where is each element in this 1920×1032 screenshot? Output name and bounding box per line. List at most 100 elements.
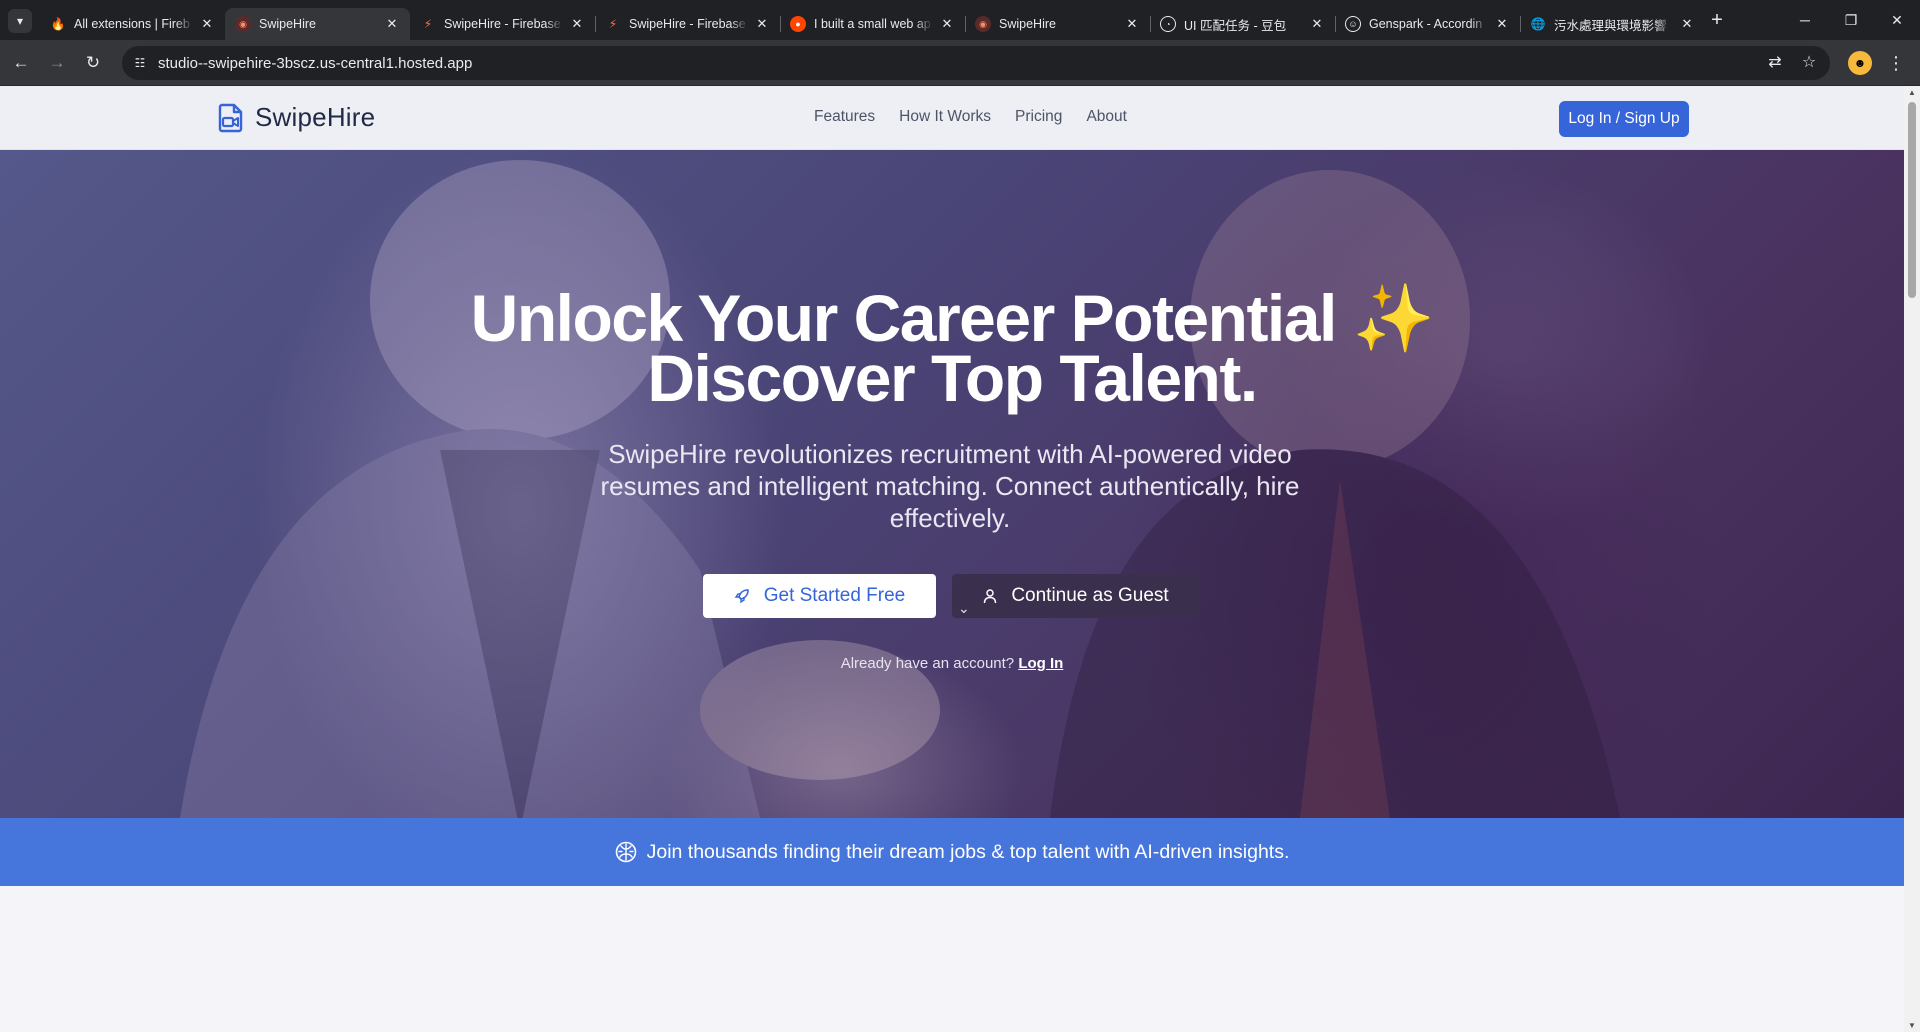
firebase-icon: ⚡: [423, 17, 433, 31]
arrow-left-icon: ←: [12, 53, 30, 72]
doubao-icon: ◔: [1160, 16, 1176, 32]
close-icon[interactable]: ✕: [1124, 16, 1140, 32]
arrow-right-icon: →: [48, 53, 66, 72]
brand-name: SwipeHire: [255, 102, 376, 132]
browser-tab[interactable]: 🌐 污水處理與環境影響 ✕: [1520, 8, 1705, 40]
avatar-icon: ☻: [1853, 56, 1867, 70]
back-button[interactable]: ←: [8, 50, 34, 76]
brand-logo[interactable]: SwipeHire: [217, 102, 375, 133]
url-text[interactable]: studio--swipehire-3bscz.us-central1.host…: [158, 55, 472, 72]
chevron-down-icon: ⌄: [958, 600, 970, 616]
close-window-button[interactable]: ✕: [1874, 0, 1920, 40]
chevron-down-icon: ▾: [16, 14, 24, 28]
tab-title: 污水處理與環境影響: [1554, 18, 1667, 33]
nav-link-pricing[interactable]: Pricing: [1015, 108, 1062, 126]
close-icon[interactable]: ✕: [754, 16, 770, 32]
nav-link-how-it-works[interactable]: How It Works: [899, 108, 991, 126]
close-icon: ✕: [1891, 11, 1903, 28]
tab-title: SwipeHire: [999, 17, 1056, 31]
nav-link-about[interactable]: About: [1086, 108, 1127, 126]
swipehire-page: SwipeHire Features How It Works Pricing …: [0, 86, 1904, 1032]
existing-account-prompt: Already have an account? Log In: [0, 655, 1904, 672]
hero-subheading: SwipeHire revolutionizes recruitment wit…: [600, 439, 1300, 533]
browser-tab[interactable]: ☺ Genspark - Accordin ✕: [1335, 8, 1520, 40]
close-icon[interactable]: ✕: [569, 16, 585, 32]
studio-icon: ◉: [975, 16, 991, 32]
get-started-button[interactable]: Get Started Free: [703, 574, 936, 618]
continue-as-guest-button[interactable]: Continue as Guest: [952, 574, 1200, 618]
restore-icon: ❐: [1844, 11, 1858, 28]
address-bar-actions: ⇄ ☆: [1764, 52, 1820, 72]
page-viewport: SwipeHire Features How It Works Pricing …: [0, 86, 1920, 1032]
browser-tab[interactable]: ● I built a small web ap ✕: [780, 8, 965, 40]
tab-title: SwipeHire - Firebase: [444, 17, 561, 31]
tab-title: All extensions | Fireb: [74, 17, 190, 31]
rocket-icon: [734, 589, 749, 604]
tab-title: I built a small web ap: [814, 17, 931, 31]
bookmark-star-icon[interactable]: ☆: [1798, 52, 1820, 72]
new-tab-button[interactable]: +: [1705, 8, 1729, 32]
firebase-icon: 🔥: [50, 17, 66, 31]
minimize-icon: ─: [1800, 12, 1810, 28]
login-link[interactable]: Log In: [1018, 655, 1063, 672]
window-controls: ─ ❐ ✕: [1782, 0, 1920, 40]
user-icon: [984, 589, 997, 604]
hero-headline: Unlock Your Career Potential ✨ Discover …: [0, 285, 1904, 411]
tab-strip: ▾ 🔥 All extensions | Fireb ✕ ◉ SwipeHire…: [0, 0, 1920, 40]
browser-tab[interactable]: 🔥 All extensions | Fireb ✕: [40, 8, 225, 40]
page-lower-section: [0, 886, 1904, 1032]
translate-icon[interactable]: ⇄: [1764, 52, 1786, 72]
restore-button[interactable]: ❐: [1828, 0, 1874, 40]
close-icon[interactable]: ✕: [1679, 16, 1695, 32]
scrollbar-thumb[interactable]: [1908, 102, 1916, 298]
profile-avatar[interactable]: ☻: [1848, 51, 1872, 75]
close-icon[interactable]: ✕: [1494, 16, 1510, 32]
get-started-label: Get Started Free: [763, 585, 906, 606]
close-icon[interactable]: ✕: [384, 16, 400, 32]
tab-title: SwipeHire - Firebase: [629, 17, 746, 31]
reload-icon: ↻: [85, 53, 101, 72]
nav-link-features[interactable]: Features: [814, 108, 875, 126]
login-signup-button[interactable]: Log In / Sign Up: [1559, 101, 1689, 137]
firebase-icon: ⚡: [608, 17, 618, 31]
reddit-icon: ●: [790, 16, 806, 32]
continue-as-guest-label: Continue as Guest: [1011, 585, 1169, 606]
close-icon[interactable]: ✕: [199, 16, 215, 32]
tab-title: Genspark - Accordin: [1369, 17, 1483, 31]
browser-tab[interactable]: ⚡ SwipeHire - Firebase ✕: [410, 8, 595, 40]
already-account-text: Already have an account?: [840, 655, 1015, 672]
sparkles-icon: ✨: [1352, 281, 1435, 355]
browser-tab[interactable]: ◉ SwipeHire ✕: [965, 8, 1150, 40]
browser-menu-button[interactable]: ⋮: [1884, 51, 1908, 75]
more-vertical-icon: ⋮: [1887, 53, 1905, 73]
browser-toolbar: ← → ↻ ☷ studio--swipehire-3bscz.us-centr…: [0, 40, 1920, 86]
tab-title: SwipeHire: [259, 17, 316, 31]
banner-text: Join thousands finding their dream jobs …: [646, 840, 1290, 863]
globe-icon: 🌐: [1530, 17, 1546, 31]
info-banner: Join thousands finding their dream jobs …: [0, 818, 1904, 886]
scroll-down-arrow-icon[interactable]: ▼: [1907, 1021, 1917, 1030]
genspark-icon: ☺: [1345, 16, 1361, 32]
browser-tab[interactable]: ⚡ SwipeHire - Firebase ✕: [595, 8, 780, 40]
plus-icon: +: [1711, 9, 1723, 31]
scroll-up-arrow-icon[interactable]: ▲: [1907, 88, 1917, 97]
address-bar[interactable]: ☷ studio--swipehire-3bscz.us-central1.ho…: [122, 46, 1830, 80]
hero-section: Unlock Your Career Potential ✨ Discover …: [0, 150, 1904, 818]
main-nav: Features How It Works Pricing About: [814, 108, 1127, 126]
site-info-button[interactable]: ☷: [126, 49, 154, 77]
minimize-button[interactable]: ─: [1782, 0, 1828, 40]
headline-line-2: Discover Top Talent.: [647, 341, 1258, 415]
reload-button[interactable]: ↻: [80, 50, 106, 76]
forward-button[interactable]: →: [44, 50, 70, 76]
close-icon[interactable]: ✕: [1309, 16, 1325, 32]
tab-search-button[interactable]: ▾: [8, 9, 32, 33]
page-scrollbar[interactable]: ▲ ▼: [1904, 86, 1920, 1032]
video-resume-icon: [218, 103, 243, 132]
close-icon[interactable]: ✕: [939, 16, 955, 32]
brain-icon: [615, 841, 636, 863]
hero-content: Unlock Your Career Potential ✨ Discover …: [0, 150, 1904, 818]
tab-list: 🔥 All extensions | Fireb ✕ ◉ SwipeHire ✕…: [40, 4, 1705, 40]
browser-tab[interactable]: ◔ UI 匹配任务 - 豆包 ✕: [1150, 8, 1335, 40]
studio-icon: ◉: [235, 16, 251, 32]
browser-tab-active[interactable]: ◉ SwipeHire ✕: [225, 8, 410, 40]
